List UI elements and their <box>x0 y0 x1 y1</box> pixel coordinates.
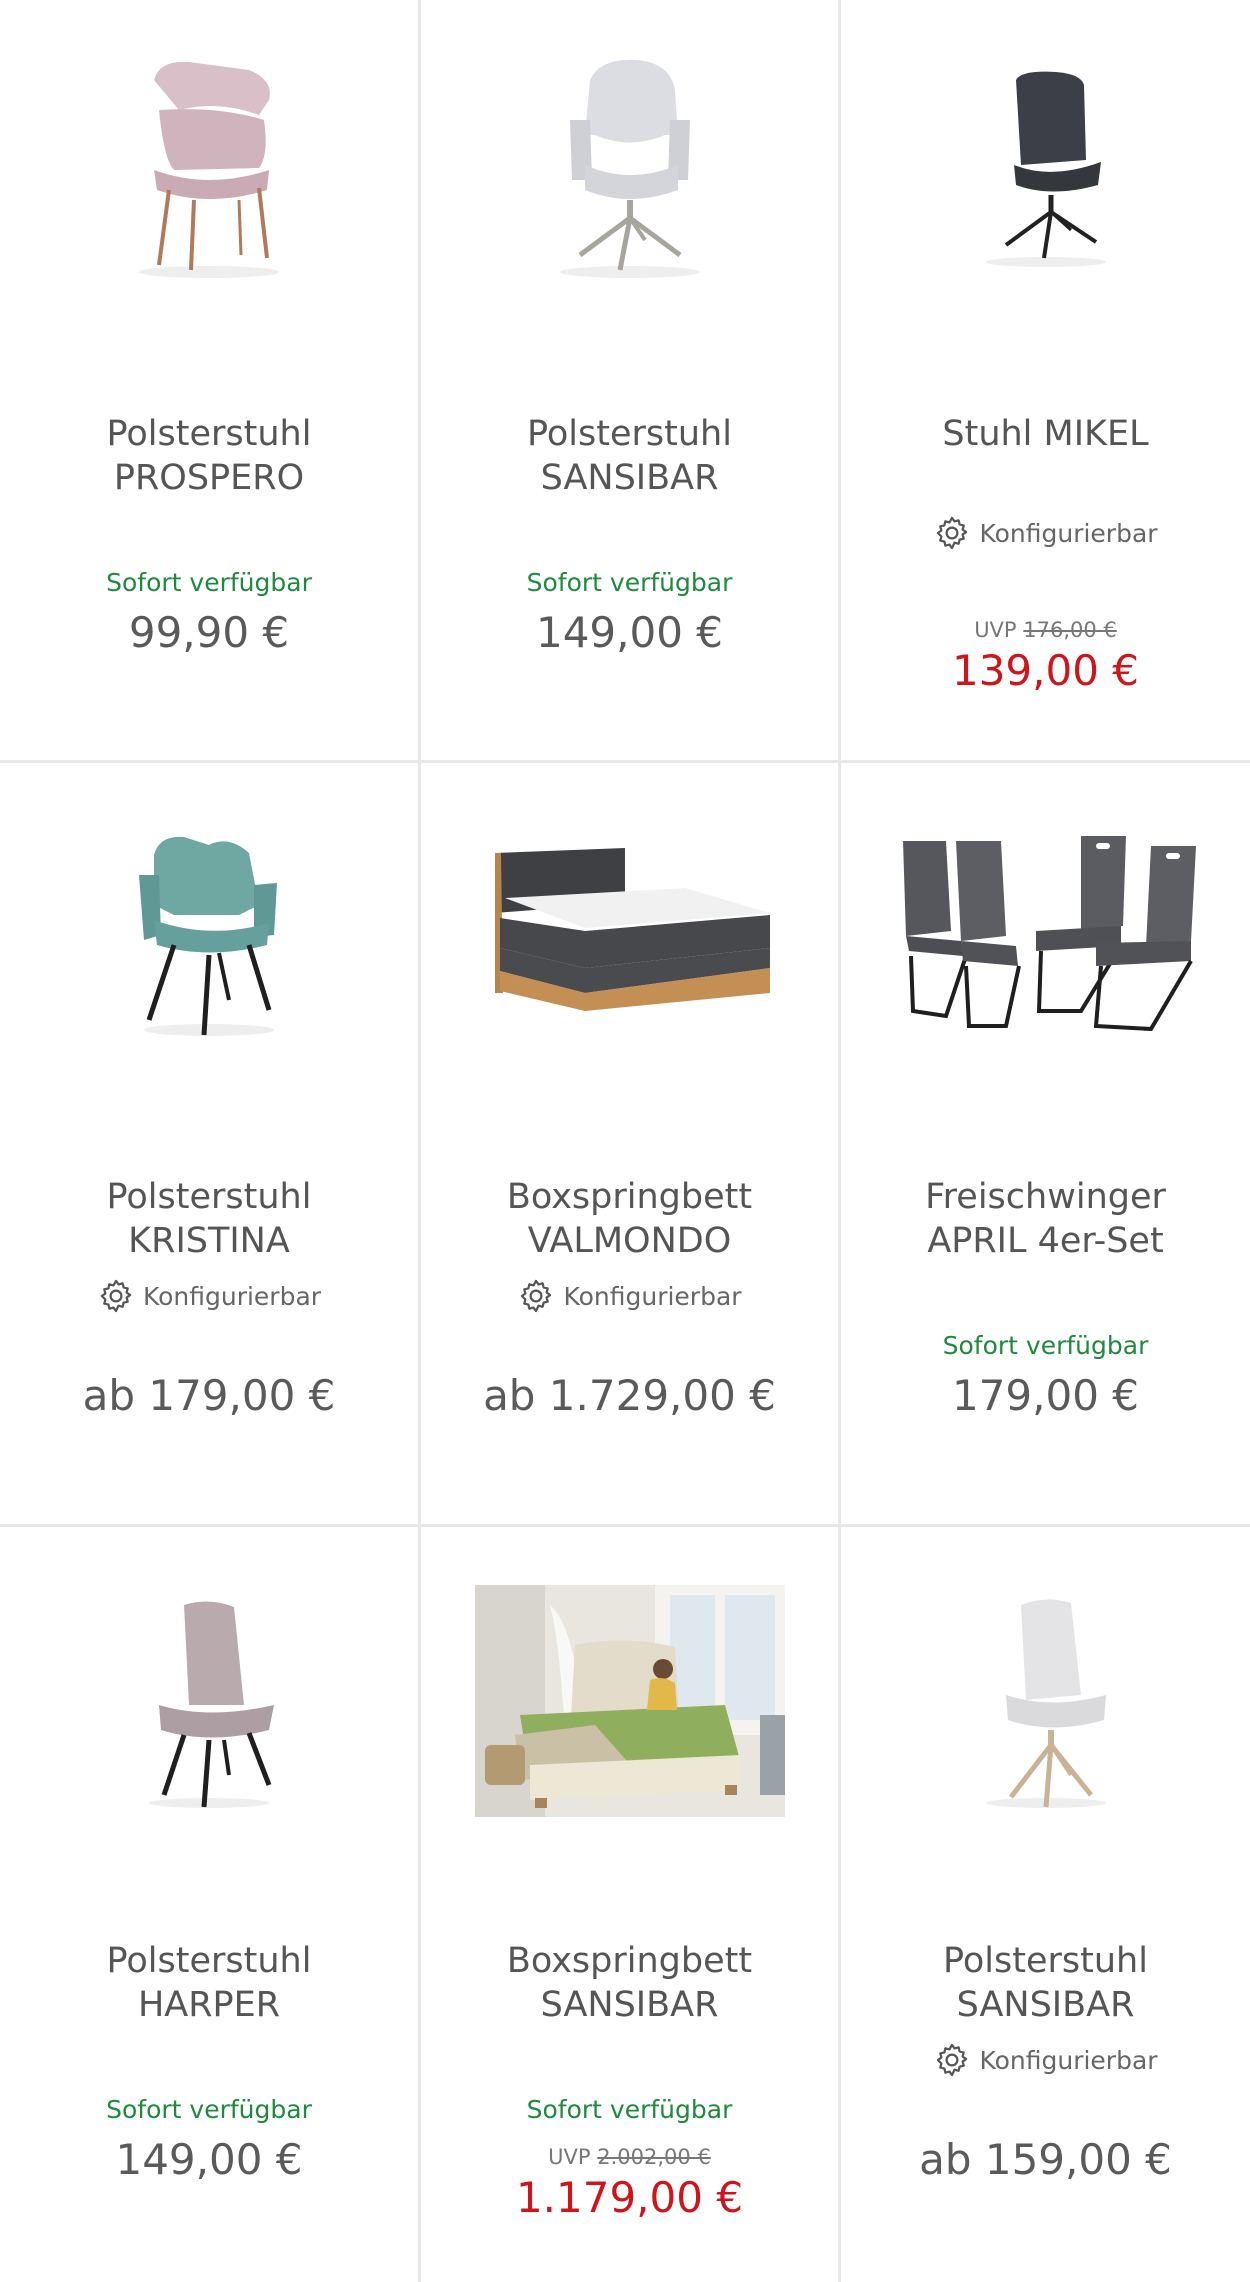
configurable-label: Konfigurierbar <box>421 1277 838 1315</box>
product-name-line2: SANSIBAR <box>540 1985 719 2025</box>
product-name-line1: Polsterstuhl <box>106 414 312 454</box>
chair-image <box>139 61 279 278</box>
product-name[interactable]: Polsterstuhl SANSIBAR <box>431 412 828 500</box>
uvp-label: UVP <box>974 618 1017 642</box>
product-image[interactable] <box>841 1585 1250 1835</box>
product-price: 149,00 € <box>115 2135 303 2184</box>
product-name-line1: Stuhl MIKEL <box>942 414 1149 454</box>
product-name-line2: SANSIBAR <box>540 458 719 498</box>
product-card[interactable]: Boxspringbett VALMONDO Konfigurierbar ab… <box>421 763 838 1524</box>
product-card[interactable]: Boxspringbett SANSIBAR Sofort verfügbar … <box>421 1527 838 2282</box>
product-name[interactable]: Stuhl MIKEL <box>851 412 1240 456</box>
product-card[interactable]: Polsterstuhl KRISTINA Konfigurierbar ab … <box>0 763 418 1524</box>
configurable-text: Konfigurierbar <box>979 518 1158 548</box>
product-price: 179,00 € <box>951 1371 1140 1420</box>
product-name-line1: Polsterstuhl <box>943 1941 1148 1981</box>
product-name[interactable]: Freischwinger APRIL 4er-Set <box>851 1175 1240 1263</box>
product-name[interactable]: Boxspringbett VALMONDO <box>431 1175 828 1263</box>
product-image[interactable] <box>421 40 838 290</box>
product-name-line1: Boxspringbett <box>506 1941 753 1981</box>
chair-image <box>559 59 700 278</box>
availability-label: Sofort verfügbar <box>526 568 733 597</box>
chair-set-image <box>902 836 1196 1031</box>
uvp-label: UVP <box>548 2145 591 2169</box>
product-card[interactable]: Polsterstuhl HARPER Sofort verfügbar 149… <box>0 1527 418 2282</box>
sale-price: 139,00 € <box>951 646 1140 695</box>
configurable-text: Konfigurierbar <box>979 2045 1158 2075</box>
product-image[interactable] <box>0 1585 418 1835</box>
bed-image <box>494 848 770 1011</box>
product-name-line1: Polsterstuhl <box>106 1177 312 1217</box>
uvp-value: 2.002,00 € <box>597 2145 711 2169</box>
product-name[interactable]: Boxspringbett SANSIBAR <box>431 1939 828 2027</box>
configurable-label: Konfigurierbar <box>841 2041 1250 2079</box>
gear-icon <box>100 1279 132 1313</box>
chair-image <box>985 1599 1106 1808</box>
chair-image <box>985 71 1106 267</box>
product-grid: Polsterstuhl PROSPERO Sofort verfügbar 9… <box>0 0 1250 2282</box>
uvp-value: 176,00 € <box>1023 618 1117 642</box>
sale-price: 1.179,00 € <box>515 2173 744 2222</box>
product-image[interactable] <box>0 805 418 1055</box>
configurable-text: Konfigurierbar <box>563 1281 742 1311</box>
product-name-line1: Boxspringbett <box>506 1177 753 1217</box>
product-card[interactable]: Polsterstuhl SANSIBAR Konfigurierbar ab … <box>841 1527 1250 2282</box>
configurable-text: Konfigurierbar <box>142 1281 322 1311</box>
product-card[interactable]: Polsterstuhl SANSIBAR Sofort verfügbar 1… <box>421 0 838 760</box>
product-price: ab 179,00 € <box>82 1371 336 1420</box>
product-price: ab 159,00 € <box>919 2135 1172 2184</box>
availability-label: Sofort verfügbar <box>942 1331 1149 1360</box>
product-card[interactable]: Stuhl MIKEL Konfigurierbar UVP 176,00 € … <box>841 0 1250 760</box>
configurable-label: Konfigurierbar <box>841 514 1250 552</box>
availability-label: Sofort verfügbar <box>106 568 312 597</box>
product-card[interactable]: Polsterstuhl PROSPERO Sofort verfügbar 9… <box>0 0 418 760</box>
product-image[interactable] <box>841 40 1250 290</box>
product-name-line2: HARPER <box>137 1985 281 2025</box>
product-name[interactable]: Polsterstuhl PROSPERO <box>10 412 408 500</box>
product-price: 149,00 € <box>535 608 724 657</box>
product-image[interactable] <box>421 1585 838 1835</box>
product-name-line2: SANSIBAR <box>956 1985 1135 2025</box>
product-price: 99,90 € <box>128 608 290 657</box>
product-name-line1: Polsterstuhl <box>527 414 732 454</box>
availability-label: Sofort verfügbar <box>106 2095 312 2124</box>
product-name[interactable]: Polsterstuhl KRISTINA <box>10 1175 408 1263</box>
bedroom-photo <box>474 1585 785 1817</box>
chair-image <box>139 836 277 1036</box>
configurable-label: Konfigurierbar <box>0 1277 418 1315</box>
product-image[interactable] <box>421 843 838 1093</box>
product-name-line1: Polsterstuhl <box>106 1941 312 1981</box>
product-name-line2: PROSPERO <box>113 458 305 498</box>
uvp-price: UVP 2.002,00 € <box>421 2145 838 2169</box>
product-image[interactable] <box>841 831 1250 1081</box>
product-name-line2: VALMONDO <box>527 1221 732 1261</box>
availability-label: Sofort verfügbar <box>526 2095 733 2124</box>
product-name-line2: KRISTINA <box>128 1221 290 1261</box>
product-image[interactable] <box>0 40 418 290</box>
chair-image <box>149 1601 274 1808</box>
gear-icon <box>521 1279 552 1313</box>
product-name[interactable]: Polsterstuhl HARPER <box>10 1939 408 2027</box>
gear-icon <box>937 2043 968 2077</box>
product-card[interactable]: Freischwinger APRIL 4er-Set Sofort verfü… <box>841 763 1250 1524</box>
product-name[interactable]: Polsterstuhl SANSIBAR <box>851 1939 1240 2027</box>
gear-icon <box>937 516 968 550</box>
uvp-price: UVP 176,00 € <box>841 618 1250 642</box>
product-name-line2: APRIL 4er-Set <box>927 1221 1164 1261</box>
product-price: ab 1.729,00 € <box>483 1371 776 1420</box>
product-name-line1: Freischwinger <box>925 1177 1166 1217</box>
